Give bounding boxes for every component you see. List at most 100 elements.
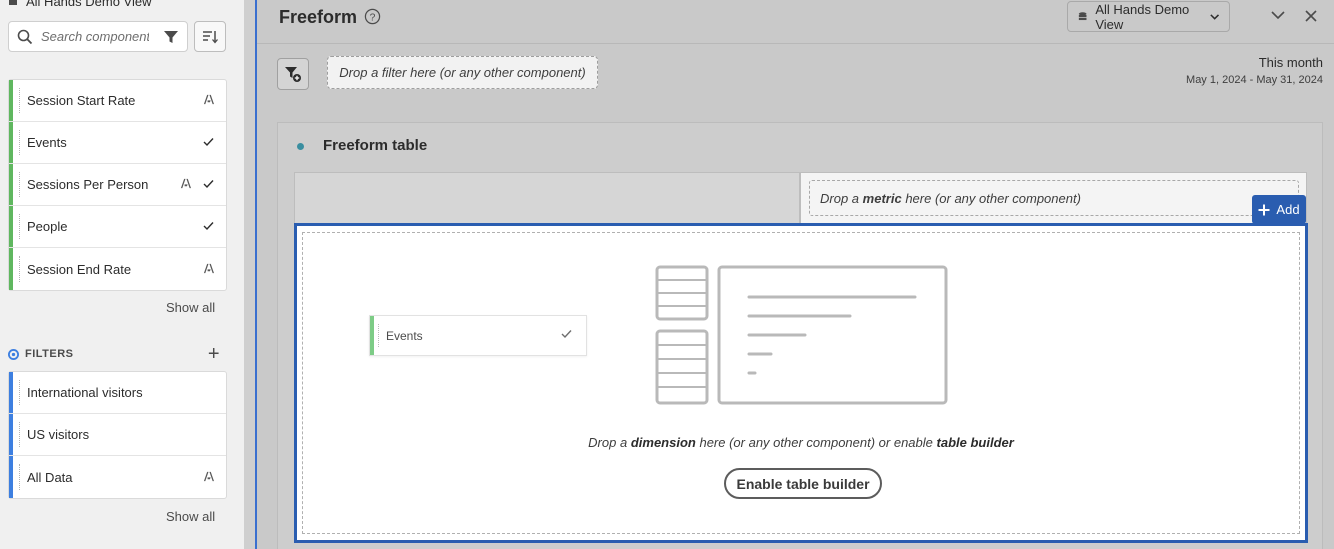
filter-icon[interactable] — [163, 29, 179, 45]
adobe-icon — [203, 262, 214, 277]
dimension-drop-instructions: Drop a dimension here (or any other comp… — [303, 435, 1299, 450]
metric-item-label: Events — [27, 135, 67, 150]
dragged-component-chip[interactable]: Events — [369, 315, 587, 356]
metric-item-icons — [203, 248, 214, 290]
dim-text-pre: Drop a — [588, 435, 628, 450]
metric-drop-text-post: here (or any other component) — [905, 190, 1081, 206]
metric-header-cell: Drop a metric here (or any other compone… — [800, 172, 1307, 224]
adobe-icon — [180, 177, 191, 192]
collapse-panel-icon[interactable] — [1271, 10, 1285, 20]
help-icon[interactable]: ? — [364, 8, 381, 25]
panel-title[interactable]: Freeform — [279, 7, 357, 28]
dim-text-table-builder: table builder — [936, 435, 1014, 450]
add-panel-filter-button[interactable] — [277, 58, 309, 90]
metric-color-bar — [9, 122, 13, 163]
adobe-icon — [203, 93, 214, 108]
metric-item[interactable]: People — [9, 206, 226, 248]
panel-filter-dropzone[interactable]: Drop a filter here (or any other compone… — [327, 56, 598, 89]
metric-item[interactable]: Sessions Per Person — [9, 164, 226, 206]
drag-handle — [378, 324, 379, 347]
metrics-show-all-link[interactable]: Show all — [166, 300, 215, 315]
dim-text-mid: here (or any other component) or enable — [699, 435, 933, 450]
dimension-dropzone-inner: Events Drop a dimension here (or any oth… — [302, 232, 1300, 534]
filter-item[interactable]: International visitors — [9, 372, 226, 414]
filter-item-label: International visitors — [27, 385, 143, 400]
filter-item[interactable]: All Data — [9, 456, 226, 498]
dragged-chip-label: Events — [386, 328, 423, 343]
filter-color-bar — [9, 456, 13, 498]
table-builder-illustration-icon — [655, 265, 948, 405]
search-icon — [17, 29, 33, 44]
drag-handle[interactable] — [19, 256, 20, 282]
metric-item-label: Session Start Rate — [27, 93, 136, 108]
filters-show-all-link[interactable]: Show all — [166, 509, 215, 524]
drag-handle[interactable] — [19, 172, 20, 197]
chevron-down-icon — [1209, 13, 1219, 20]
components-rail: All Hands Demo View Search components Se… — [0, 0, 244, 549]
filter-color-bar — [9, 414, 13, 455]
filter-add-icon — [285, 67, 301, 82]
freeform-table-visualization: Freeform table Drop a metric here (or an… — [277, 122, 1323, 549]
drag-handle[interactable] — [19, 88, 20, 113]
sort-icon — [203, 30, 218, 44]
date-range-dates[interactable]: May 1, 2024 - May 31, 2024 — [1186, 74, 1323, 86]
drag-handle[interactable] — [19, 464, 20, 490]
filter-item-icons — [203, 456, 214, 498]
data-view-header[interactable]: All Hands Demo View — [8, 0, 151, 9]
checkmark-icon — [561, 330, 572, 339]
adobe-icon — [203, 470, 214, 485]
filters-section-header: FILTERS + — [8, 344, 220, 364]
data-view-select[interactable]: All Hands Demo View — [1067, 1, 1230, 32]
metric-item-icons — [180, 164, 214, 205]
metric-drop-text-pre: Drop a — [820, 190, 860, 206]
table-corner-cell — [294, 172, 800, 224]
plus-icon — [1258, 204, 1270, 215]
filter-segment-icon — [8, 348, 19, 360]
dimension-dropzone[interactable]: Events Drop a dimension here (or any oth… — [294, 223, 1308, 543]
metric-item-icons — [203, 122, 214, 163]
date-range-title[interactable]: This month — [1259, 55, 1323, 70]
metric-item[interactable]: Events — [9, 122, 226, 164]
data-view-select-value: All Hands Demo View — [1095, 1, 1190, 32]
metric-item-label: Sessions Per Person — [27, 177, 149, 192]
filter-color-bar — [9, 372, 13, 413]
search-components-field[interactable]: Search components — [8, 21, 188, 52]
drag-handle[interactable] — [19, 422, 20, 447]
drag-handle[interactable] — [19, 130, 20, 155]
metric-color-bar — [9, 164, 13, 205]
svg-text:?: ? — [370, 12, 376, 23]
viz-title[interactable]: Freeform table — [323, 137, 427, 154]
add-button-label: Add — [1276, 202, 1300, 217]
metric-dropzone[interactable]: Drop a metric here (or any other compone… — [809, 180, 1299, 216]
metric-color-bar — [9, 80, 13, 121]
search-input[interactable]: Search components — [41, 29, 149, 44]
metric-drop-text-bold: metric — [862, 190, 902, 206]
metric-item[interactable]: Session End Rate — [9, 248, 226, 290]
checkmark-icon — [203, 219, 214, 234]
metric-item[interactable]: Session Start Rate — [9, 80, 226, 122]
add-filter-icon[interactable]: + — [208, 344, 220, 364]
freeform-panel: Freeform ? All Hands Demo View Drop a fi… — [257, 0, 1334, 549]
filters-header-label: FILTERS — [25, 348, 74, 360]
checkmark-icon — [203, 177, 214, 192]
enable-table-builder-button[interactable]: Enable table builder — [724, 468, 882, 499]
database-icon — [1078, 11, 1087, 20]
close-icon[interactable] — [1304, 9, 1318, 23]
metrics-list: Session Start Rate Events Sessions Per Per… — [8, 79, 227, 291]
filters-list: International visitors US visitors All Dat… — [8, 371, 227, 499]
panel-header: Freeform ? All Hands Demo View — [257, 0, 1334, 44]
add-button[interactable]: Add — [1252, 195, 1306, 224]
sort-button[interactable] — [194, 21, 226, 52]
metric-item-label: People — [27, 219, 68, 234]
drag-handle[interactable] — [19, 380, 20, 405]
dim-text-dimension: dimension — [630, 435, 696, 450]
database-icon — [9, 0, 17, 5]
filter-item[interactable]: US visitors — [9, 414, 226, 456]
metric-item-icons — [203, 80, 214, 121]
metric-color-bar — [9, 248, 13, 290]
drag-handle[interactable] — [19, 214, 20, 239]
metric-item-label: Session End Rate — [27, 261, 132, 277]
filter-item-label: US visitors — [27, 427, 90, 442]
metric-color-bar — [370, 316, 374, 355]
filter-item-label: All Data — [27, 469, 73, 485]
